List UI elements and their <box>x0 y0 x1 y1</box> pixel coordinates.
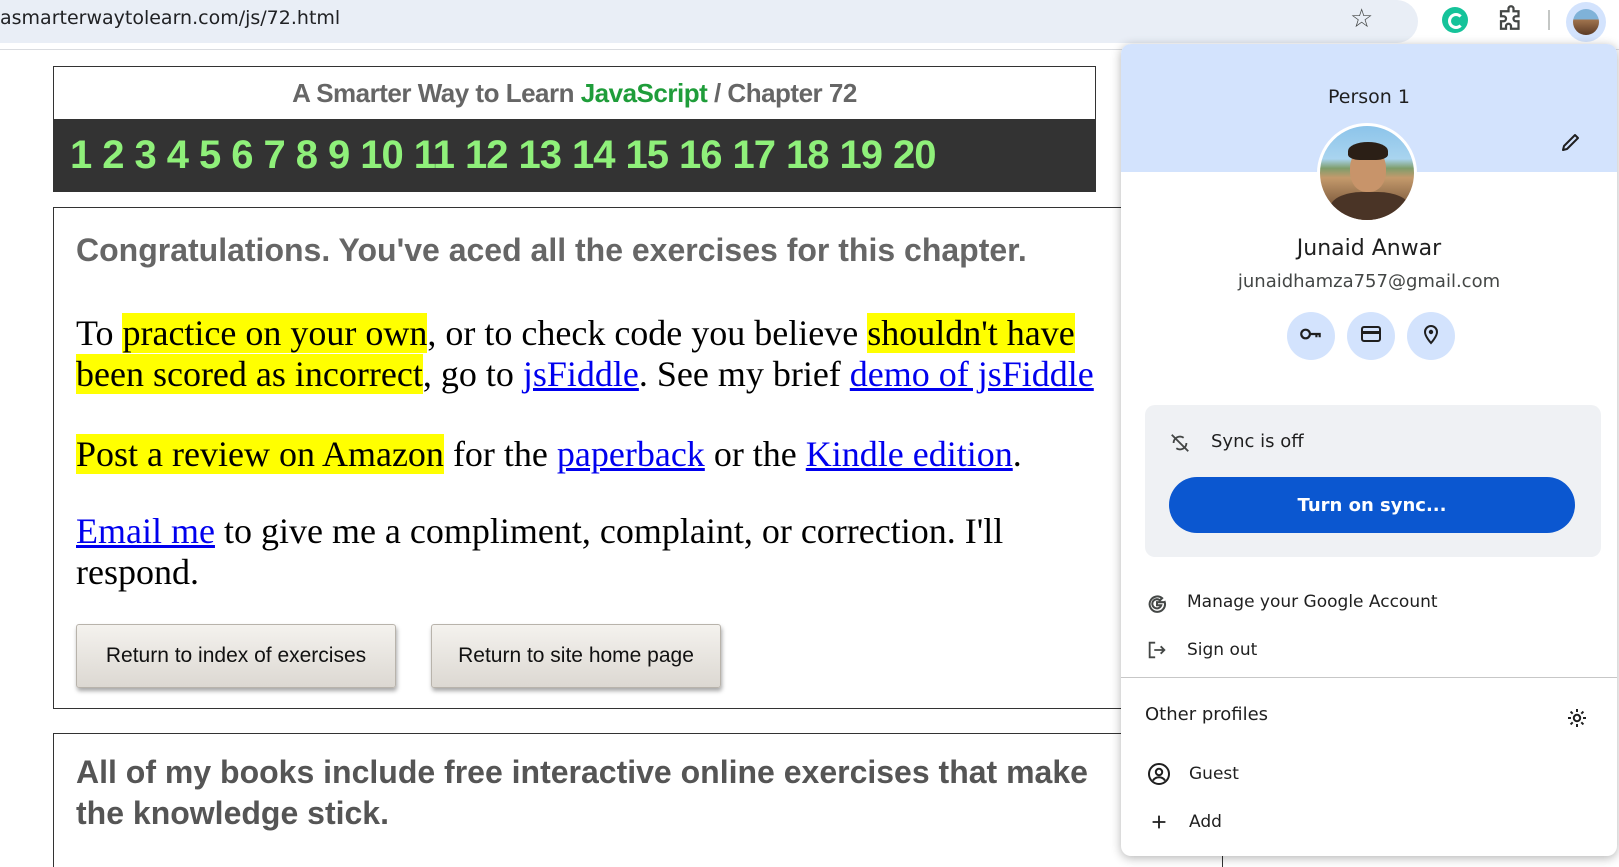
highlight: practice on your own <box>122 313 428 353</box>
text: . <box>1012 434 1022 474</box>
congrats-heading: Congratulations. You've aced all the exe… <box>76 232 1027 268</box>
addresses-button[interactable] <box>1407 312 1455 360</box>
paperback-link[interactable]: paperback <box>557 434 705 474</box>
sign-out[interactable]: Sign out <box>1145 632 1595 668</box>
text: . See my brief <box>638 354 850 394</box>
add-label: Add <box>1189 812 1222 832</box>
chapter-link[interactable]: 16 <box>679 133 722 178</box>
chapter-link[interactable]: 1 <box>70 133 92 178</box>
avatar-hair <box>1348 142 1388 160</box>
title-suffix: / Chapter 72 <box>707 78 857 108</box>
return-index-button[interactable]: Return to index of exercises <box>76 624 396 688</box>
chapter-link[interactable]: 7 <box>264 133 286 178</box>
chapter-link[interactable]: 9 <box>328 133 350 178</box>
profile-menu: Person 1 Junaid Anwar junaidhamza757@gma… <box>1121 44 1617 856</box>
chapter-link[interactable]: 4 <box>167 133 189 178</box>
chapter-link[interactable]: 10 <box>360 133 403 178</box>
sign-out-icon <box>1145 638 1169 662</box>
highlight: shouldn't have <box>867 313 1075 353</box>
card-icon <box>1359 322 1383 350</box>
text: To <box>76 313 123 353</box>
chapter-link[interactable]: 20 <box>893 133 936 178</box>
text: or the <box>704 434 806 474</box>
edit-pencil-icon[interactable] <box>1559 130 1583 154</box>
sign-out-label: Sign out <box>1187 640 1258 660</box>
other-profiles-heading: Other profiles <box>1145 704 1269 725</box>
chapter-link[interactable]: 11 <box>414 133 455 178</box>
books-text: All of my books include free interactive… <box>76 754 1088 831</box>
chapter-nav: 1 2 3 4 5 6 7 8 9 10 11 12 13 14 15 16 1… <box>54 119 1095 191</box>
url-text[interactable]: asmarterwaytolearn.com/js/72.html <box>0 7 340 29</box>
passwords-button[interactable] <box>1287 312 1335 360</box>
user-email: junaidhamza757@gmail.com <box>1237 271 1501 292</box>
highlight: been scored as incorrect <box>76 354 423 394</box>
guest-profile[interactable]: Guest <box>1147 756 1597 792</box>
extensions-icon[interactable] <box>1496 5 1526 35</box>
title-brand: JavaScript <box>580 78 708 108</box>
jsfiddle-link[interactable]: jsFiddle <box>523 354 639 394</box>
return-home-button[interactable]: Return to site home page <box>431 624 721 688</box>
chapter-title: A Smarter Way to Learn JavaScript / Chap… <box>54 67 1095 119</box>
chapter-link[interactable]: 19 <box>840 133 883 178</box>
email-paragraph: Email me to give me a compliment, compla… <box>76 511 1172 593</box>
text: to give me a compliment, complaint, or c… <box>214 511 1004 551</box>
guest-user-icon <box>1147 762 1171 786</box>
chapter-link[interactable]: 17 <box>733 133 776 178</box>
manage-google-account[interactable]: Manage your Google Account <box>1145 584 1595 620</box>
sync-card: Sync is off Turn on sync... <box>1145 405 1601 557</box>
profile-avatar-button[interactable] <box>1566 2 1606 42</box>
jsfiddle-demo-link[interactable]: demo of jsFiddle <box>850 354 1094 394</box>
profile-photo <box>1317 123 1417 223</box>
chapter-link[interactable]: 3 <box>135 133 157 178</box>
title-prefix: A Smarter Way to Learn <box>292 78 581 108</box>
key-icon <box>1298 321 1324 351</box>
chapter-link[interactable]: 5 <box>199 133 221 178</box>
grammarly-icon[interactable] <box>1442 7 1468 33</box>
text: , or to check code you believe <box>427 313 868 353</box>
text: respond. <box>76 552 199 592</box>
chapter-link[interactable]: 12 <box>465 133 508 178</box>
user-name: Junaid Anwar <box>1296 236 1442 261</box>
highlight: Post a review on Amazon <box>76 434 444 474</box>
guest-label: Guest <box>1189 764 1239 784</box>
sync-status: Sync is off <box>1211 431 1304 452</box>
practice-paragraph: To practice on your own, or to check cod… <box>76 313 1172 395</box>
chapter-link[interactable]: 2 <box>102 133 124 178</box>
profile-avatar <box>1573 9 1599 35</box>
main-content: Congratulations. You've aced all the exe… <box>53 207 1173 709</box>
star-icon[interactable]: ☆ <box>1350 5 1373 31</box>
person-label: Person 1 <box>1328 86 1410 108</box>
text: , go to <box>422 354 523 394</box>
address-bar[interactable]: asmarterwaytolearn.com/js/72.html ☆ <box>0 0 1418 43</box>
chapter-link[interactable]: 15 <box>626 133 669 178</box>
gear-icon[interactable] <box>1565 706 1589 730</box>
sync-off-icon <box>1169 432 1191 454</box>
chapter-link[interactable]: 8 <box>296 133 318 178</box>
browser-toolbar: asmarterwaytolearn.com/js/72.html ☆ <box>0 0 1619 50</box>
manage-account-label: Manage your Google Account <box>1187 592 1438 612</box>
browser-viewport: asmarterwaytolearn.com/js/72.html ☆ A Sm… <box>0 0 1619 867</box>
google-icon <box>1145 590 1169 614</box>
chapter-link[interactable]: 18 <box>786 133 829 178</box>
turn-on-sync-button[interactable]: Turn on sync... <box>1169 477 1575 533</box>
menu-divider <box>1121 677 1617 678</box>
plus-icon <box>1147 810 1171 834</box>
avatar-body <box>1330 192 1410 220</box>
toolbar-divider <box>1548 10 1550 30</box>
chapter-link[interactable]: 13 <box>519 133 562 178</box>
email-link[interactable]: Email me <box>76 511 215 551</box>
kindle-link[interactable]: Kindle edition <box>806 434 1013 474</box>
chapter-link[interactable]: 14 <box>572 133 615 178</box>
books-section: All of my books include free interactive… <box>53 733 1223 867</box>
location-pin-icon <box>1419 322 1443 350</box>
chapter-header: A Smarter Way to Learn JavaScript / Chap… <box>53 66 1096 192</box>
chapter-link[interactable]: 6 <box>231 133 253 178</box>
add-profile[interactable]: Add <box>1147 804 1597 840</box>
text: for the <box>443 434 557 474</box>
payment-methods-button[interactable] <box>1347 312 1395 360</box>
review-paragraph: Post a review on Amazon for the paperbac… <box>76 434 1172 475</box>
